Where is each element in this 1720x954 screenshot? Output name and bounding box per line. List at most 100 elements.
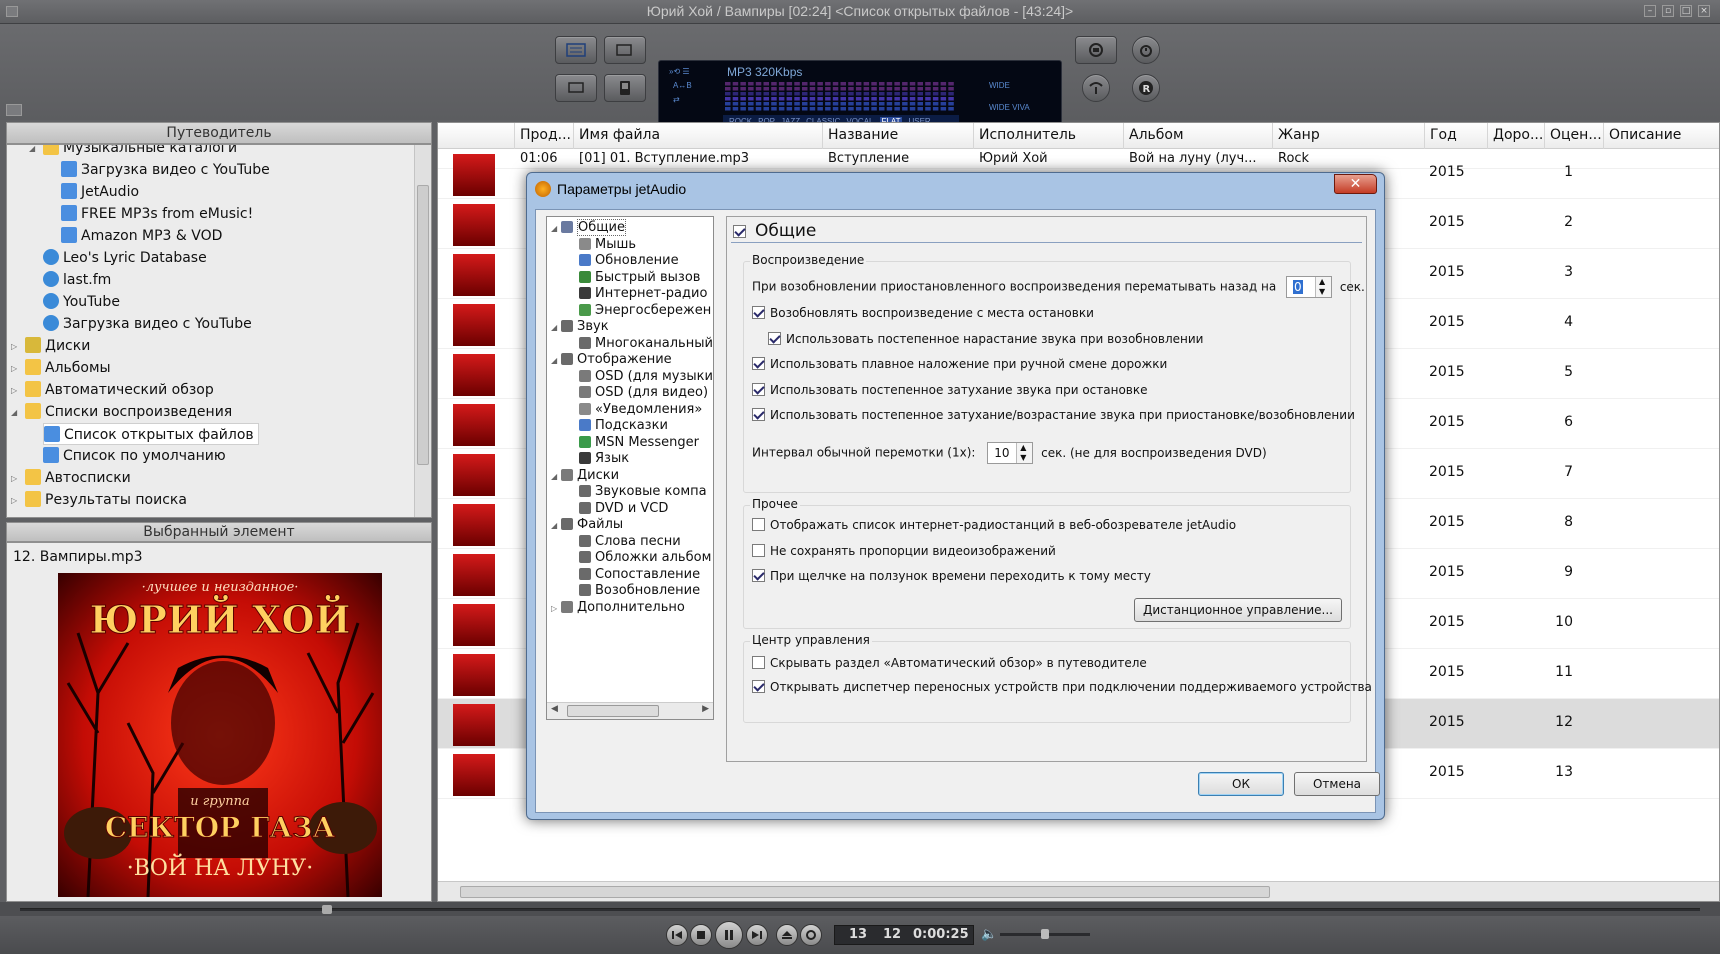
options-tree-item[interactable]: Быстрый вызов <box>579 269 700 286</box>
options-tree-item[interactable]: DVD и VCD <box>579 500 668 517</box>
repeat-button[interactable] <box>800 924 822 946</box>
seek-knob[interactable] <box>322 905 333 914</box>
interval-spinner[interactable]: 10 ▲ ▼ <box>987 442 1034 464</box>
nav-item[interactable]: Автосписки <box>25 467 131 489</box>
option-checkbox[interactable] <box>752 680 765 693</box>
option-row[interactable]: Возобновлять воспроизведение с места ост… <box>752 306 1094 320</box>
collapse-panel-icon[interactable] <box>6 104 22 116</box>
navigator-scrollbar[interactable] <box>414 145 431 517</box>
playlist-view-button[interactable] <box>555 36 597 64</box>
options-tree-item[interactable]: Обложки альбом <box>579 549 711 566</box>
timer-button[interactable] <box>1132 36 1160 64</box>
option-checkbox[interactable] <box>768 331 781 345</box>
equalizer-bars[interactable] <box>725 81 957 113</box>
nav-item[interactable]: Leo's Lyric Database <box>43 247 207 269</box>
expand-arrow-icon[interactable]: ▷ <box>11 386 17 395</box>
nav-item[interactable]: Amazon MP3 & VOD <box>61 225 222 247</box>
tree-expand-icon[interactable]: ◢ <box>551 323 557 332</box>
nav-item[interactable]: JetAudio <box>61 181 139 203</box>
options-tree-item[interactable]: Интернет-радио <box>579 285 707 302</box>
option-checkbox[interactable] <box>752 518 765 531</box>
close-button[interactable]: × <box>1698 5 1710 17</box>
options-tree-item[interactable]: OSD (для музыки <box>579 368 713 385</box>
column-header[interactable]: Жанр <box>1278 127 1320 143</box>
option-row[interactable]: Использовать постепенное нарастание звук… <box>768 331 1203 346</box>
nav-item[interactable]: Список открытых файлов <box>43 423 259 445</box>
previous-button[interactable] <box>666 924 688 946</box>
cancel-button[interactable]: Отмена <box>1294 772 1380 796</box>
options-tree-item[interactable]: Звук <box>561 318 609 335</box>
options-tree-item[interactable]: Слова песни <box>579 533 681 550</box>
option-row[interactable]: Использовать постепенное затухание/возра… <box>752 408 1355 422</box>
volume-slider[interactable] <box>1000 929 1090 939</box>
options-tree-item[interactable]: Обновление <box>579 252 679 269</box>
options-tree-item[interactable]: Подсказки <box>579 417 668 434</box>
options-tree-item[interactable]: «Уведомления» <box>579 401 702 418</box>
option-row[interactable]: Отображать список интернет-радиостанций … <box>752 518 1236 532</box>
options-tree-scrollbar[interactable]: ◀ ▶ <box>547 702 713 719</box>
nav-item[interactable]: Загрузка видео с YouTube <box>61 159 270 181</box>
options-tree-item[interactable]: Отображение <box>561 351 672 368</box>
video-view-button[interactable] <box>604 36 646 64</box>
options-tree-item[interactable]: Многоканальный <box>579 335 713 352</box>
options-tree-item[interactable]: Диски <box>561 467 619 484</box>
broadcast-button[interactable] <box>1082 74 1110 102</box>
nav-item[interactable]: Диски <box>25 335 90 357</box>
column-header[interactable]: Оцен... <box>1550 127 1602 143</box>
nav-item[interactable]: YouTube <box>43 291 120 313</box>
seek-bar[interactable] <box>0 902 1720 916</box>
monitor-button[interactable] <box>555 74 597 102</box>
dialog-close-button[interactable]: ✕ <box>1334 174 1377 194</box>
column-header[interactable]: Год <box>1430 127 1457 143</box>
option-row[interactable]: При щелчке на ползунок времени переходит… <box>752 569 1151 583</box>
tree-expand-icon[interactable]: ▷ <box>551 604 557 613</box>
options-tree-item[interactable]: Язык <box>579 450 629 467</box>
options-tree-item[interactable]: Сопоставление <box>579 566 700 583</box>
option-checkbox[interactable] <box>752 357 765 370</box>
options-tree-item[interactable]: Мышь <box>579 236 636 253</box>
record-button[interactable] <box>1075 36 1117 64</box>
device-button[interactable] <box>604 74 646 102</box>
column-header[interactable]: Доро... <box>1493 127 1543 143</box>
option-row[interactable]: Не сохранять пропорции видеоизображений <box>752 543 1056 558</box>
nav-item[interactable]: Загрузка видео с YouTube <box>43 313 252 335</box>
maximize-button[interactable]: □ <box>1680 5 1692 17</box>
minimize-button[interactable]: – <box>1644 5 1656 17</box>
option-checkbox[interactable] <box>752 569 765 582</box>
option-checkbox[interactable] <box>752 382 765 396</box>
nav-item[interactable]: Музыкальные каталоги <box>43 145 237 159</box>
remote-control-button[interactable]: Дистанционное управление... <box>1134 598 1342 622</box>
volume-knob[interactable] <box>1040 929 1049 939</box>
options-tree-item[interactable]: Звуковые компа <box>579 483 707 500</box>
pause-button[interactable] <box>715 921 743 949</box>
options-tree-item[interactable]: Файлы <box>561 516 623 533</box>
nav-item[interactable]: FREE MP3s from eMusic! <box>61 203 253 225</box>
tree-expand-icon[interactable]: ◢ <box>551 356 557 365</box>
volume-icon[interactable]: 🔈 <box>981 927 997 942</box>
options-tree-item[interactable]: Общие <box>561 219 626 236</box>
options-tree-item[interactable]: Дополнительно <box>561 599 685 616</box>
open-button[interactable] <box>776 924 798 946</box>
expand-arrow-icon[interactable]: ▷ <box>11 342 17 351</box>
next-button[interactable] <box>746 924 768 946</box>
option-checkbox[interactable] <box>752 408 765 421</box>
tree-expand-icon[interactable]: ◢ <box>551 521 557 530</box>
stop-button[interactable] <box>690 924 712 946</box>
expand-arrow-icon[interactable]: ▷ <box>11 364 17 373</box>
expand-arrow-icon[interactable]: ▷ <box>11 474 17 483</box>
option-checkbox[interactable] <box>752 543 765 557</box>
option-checkbox[interactable] <box>752 656 765 669</box>
option-row[interactable]: Скрывать раздел «Автоматический обзор» в… <box>752 656 1147 670</box>
options-tree-item[interactable]: Возобновление <box>579 582 700 599</box>
column-header[interactable]: Прод... <box>520 127 571 143</box>
option-row[interactable]: Открывать диспетчер переносных устройств… <box>752 680 1372 694</box>
file-list-hscrollbar[interactable] <box>438 881 1719 901</box>
expand-arrow-icon[interactable]: ▷ <box>11 496 17 505</box>
option-row[interactable]: Использовать постепенное затухание звука… <box>752 382 1148 397</box>
remote-button[interactable]: R <box>1132 74 1160 102</box>
column-header[interactable]: Альбом <box>1129 127 1184 143</box>
column-header[interactable]: Название <box>828 127 898 143</box>
options-tree-item[interactable]: Энергосбережен <box>579 302 711 319</box>
options-tree-item[interactable]: MSN Messenger <box>579 434 699 451</box>
ok-button[interactable]: ОК <box>1198 772 1284 796</box>
